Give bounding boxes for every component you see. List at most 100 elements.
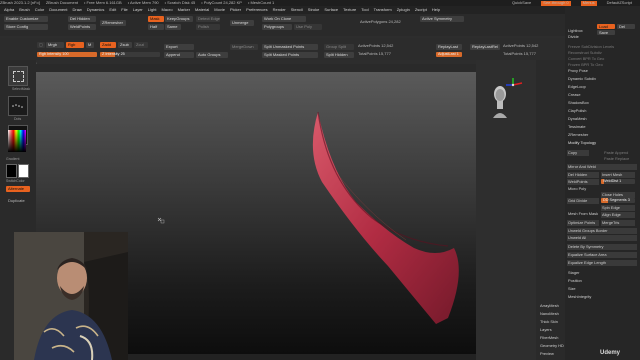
same-button[interactable]: Same <box>165 24 181 30</box>
z-intensity-slider[interactable]: Z Intensity 25 <box>100 52 160 57</box>
rp-mirror-weld-button[interactable]: Mirror And Weld <box>567 164 637 170</box>
rp-shadowbox[interactable]: ShadowBox <box>567 100 589 106</box>
menu-document[interactable]: Document <box>49 8 67 12</box>
split-hidden-button[interactable]: Split Hidden <box>324 52 354 58</box>
polygroups-button[interactable]: Polygroups <box>262 24 292 30</box>
defaultscript-button[interactable]: DefaultZScript <box>607 1 632 5</box>
half-button[interactable]: Half <box>148 24 164 30</box>
zcut-toggle[interactable]: Zcut <box>134 42 148 48</box>
menu-render[interactable]: Render <box>273 8 286 12</box>
menu-zscript[interactable]: Zscript <box>415 8 427 12</box>
secondary-color-swatch[interactable] <box>18 164 29 178</box>
group-split-button[interactable]: Group Split <box>324 44 354 50</box>
rp-unweld-all-button[interactable]: Unweld All <box>567 235 637 241</box>
rp-frozen-bpr[interactable]: Frozen BPR To Geo <box>567 62 603 68</box>
menu-draw[interactable]: Draw <box>72 8 81 12</box>
export-button[interactable]: Export <box>164 44 194 50</box>
rp-grid-divide-button[interactable]: Grid Divide <box>567 198 599 204</box>
mrgb-toggle[interactable]: Mrgb <box>46 42 64 48</box>
rp-modify-topology-header[interactable]: Modify Topology <box>567 140 596 146</box>
active-symmetry-button[interactable]: Active Symmetry <box>420 16 464 22</box>
quicksave-button[interactable]: QuickSave <box>512 1 531 5</box>
replay-last-button[interactable]: ReplayLast <box>436 44 462 50</box>
rp-proxy-pose[interactable]: Proxy Pose <box>567 68 588 74</box>
menu-zplugin[interactable]: Zplugin <box>397 8 410 12</box>
rp-weld-dist-slider[interactable]: WeldDist 1 <box>601 179 635 184</box>
zadd-toggle[interactable]: Zadd <box>100 42 116 48</box>
rp-zremesher[interactable]: ZRemesher <box>567 132 588 138</box>
menu-movie[interactable]: Movie <box>214 8 225 12</box>
menu-tool[interactable]: Tool <box>361 8 368 12</box>
menu-light[interactable]: Light <box>148 8 157 12</box>
menu-color[interactable]: Color <box>35 8 45 12</box>
load-tool-button[interactable]: Load <box>597 24 615 29</box>
rp-size[interactable]: Size <box>567 286 576 292</box>
rp-spin-edge-button[interactable]: Spin Edge <box>601 205 635 211</box>
rp-equalize-edge-button[interactable]: Equalize Edge Length <box>567 260 637 266</box>
rp-edgeloop[interactable]: EdgeLoop <box>567 84 586 90</box>
rp-reconstruct-subdiv[interactable]: Reconstruct Subdiv <box>567 50 602 56</box>
rp-item-divide[interactable]: Divide <box>567 34 579 40</box>
rp-micro-poly[interactable]: Micro Poly <box>567 186 586 192</box>
menu-edit[interactable]: Edit <box>109 8 116 12</box>
split-unmasked-button[interactable]: Split Unmasked Points <box>262 44 318 50</box>
color-picker[interactable] <box>8 130 26 152</box>
menu-marker[interactable]: Marker <box>178 8 190 12</box>
rp-insert-mesh-button[interactable]: Insert Mesh <box>601 172 635 178</box>
head-orientation-thumb[interactable] <box>490 84 510 118</box>
menus-button[interactable]: Menus <box>580 0 597 6</box>
menu-transform[interactable]: Transform <box>374 8 392 12</box>
rgb-intensity-slider[interactable]: Rgb Intensity 100 <box>37 52 97 57</box>
duplicate-button[interactable]: Duplicate <box>6 198 30 204</box>
rp-copy-button[interactable]: Copy <box>567 150 589 156</box>
menu-stencil[interactable]: Stencil <box>291 8 303 12</box>
rp-meshintegrity[interactable]: MeshIntegrity <box>567 294 591 300</box>
rp-dynamesh[interactable]: DynaMesh <box>567 116 587 122</box>
save-tool-button[interactable]: Save <box>597 30 615 35</box>
menu-texture[interactable]: Texture <box>343 8 356 12</box>
menu-preferences[interactable]: Preferences <box>246 8 268 12</box>
select-mask-brush[interactable] <box>8 66 28 86</box>
rp-layers[interactable]: Layers <box>539 327 552 333</box>
rp-dd-segments-slider[interactable]: DD Segments 3 <box>601 198 635 203</box>
brush-mode-button[interactable]: ▢ <box>37 42 45 48</box>
replay-last-rel-button[interactable]: ReplayLastRel <box>470 44 500 50</box>
auto-groups-button[interactable]: Auto Groups <box>196 52 228 58</box>
rp-weld-points-button[interactable]: WeldPoints <box>567 179 599 185</box>
use-poly-button[interactable]: Use Poly <box>294 24 322 30</box>
split-masked-button[interactable]: Split Masked Points <box>262 52 318 58</box>
weld-points-button[interactable]: WeldPoints <box>68 24 96 30</box>
rp-optimize-points-button[interactable]: Optimize Points <box>567 220 599 226</box>
store-config-button[interactable]: Store Config <box>4 24 48 30</box>
menu-macro[interactable]: Macro <box>161 8 172 12</box>
rp-item-lightbox[interactable]: Lightbox <box>567 28 583 34</box>
rp-thick-skin[interactable]: Thick Skin <box>539 319 558 325</box>
rp-convert-bpr[interactable]: Convert BPR To Geo <box>567 56 604 62</box>
rp-unweld-groups-button[interactable]: Unweld Groups Border <box>567 228 637 234</box>
rp-claypolish[interactable]: ClayPolish <box>567 108 586 114</box>
rp-align-edge-button[interactable]: Align Edge <box>601 212 635 218</box>
rp-position[interactable]: Position <box>567 278 582 284</box>
rp-preview[interactable]: Preview <box>539 351 554 357</box>
del-tool-button[interactable]: Del <box>617 24 635 29</box>
rp-freeze-subdiv[interactable]: Freeze SubDivision Levels <box>567 44 614 50</box>
zsub-toggle[interactable]: Zsub <box>118 42 132 48</box>
menu-alpha[interactable]: Alpha <box>4 8 14 12</box>
stroke-dots-thumb[interactable] <box>8 96 28 116</box>
unmerge-button[interactable]: Unmerge <box>230 20 254 26</box>
rp-del-hidden-button[interactable]: Del Hidden <box>567 172 599 178</box>
alternate-button[interactable]: Alternate <box>6 186 30 192</box>
menu-picker[interactable]: Picker <box>230 8 241 12</box>
rp-close-holes-button[interactable]: Close Holes <box>601 192 635 198</box>
menu-material[interactable]: Material <box>195 8 209 12</box>
rp-fibermesh[interactable]: FiberMesh <box>539 335 558 341</box>
del-hidden-button[interactable]: Del Hidden <box>68 16 96 22</box>
mask-toggle[interactable]: Mask <box>148 16 164 22</box>
zremesher-button[interactable]: ZRemesher <box>100 20 126 26</box>
rp-paste-replace[interactable]: Paste Replace <box>603 156 629 162</box>
keepgroups-button[interactable]: KeepGroups <box>165 16 193 22</box>
rgb-toggle[interactable]: Rgb <box>66 42 84 48</box>
menu-surface[interactable]: Surface <box>324 8 338 12</box>
rp-tessimate[interactable]: Tessimate <box>567 124 586 130</box>
adjust-last-slider[interactable]: AdjustLast 1 <box>436 52 462 57</box>
